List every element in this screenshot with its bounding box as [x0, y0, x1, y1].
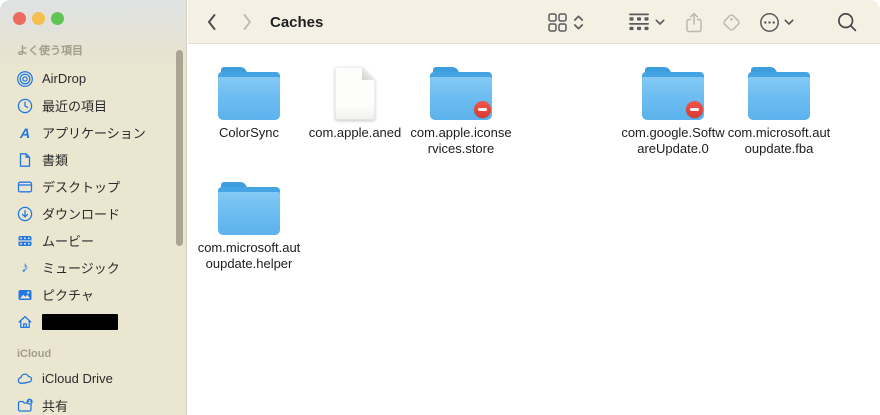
window-title: Caches [270, 13, 324, 31]
sidebar-item-shared[interactable]: 共有 [0, 392, 186, 415]
sidebar-item-documents[interactable]: 書類 [0, 146, 186, 173]
desktop-icon [15, 178, 35, 195]
sidebar-scrollbar[interactable] [176, 50, 183, 246]
home-icon [15, 313, 35, 330]
shared-folder-icon [15, 397, 35, 414]
sidebar-item-downloads[interactable]: ダウンロード [0, 200, 186, 227]
file-label: ColorSync [219, 125, 279, 140]
toolbar: Caches [188, 0, 880, 44]
sidebar-item-icloud-drive[interactable]: iCloud Drive [0, 365, 186, 392]
folder-icon [196, 177, 302, 235]
sidebar-item-airdrop[interactable]: AirDrop [0, 65, 186, 92]
sidebar-item-home[interactable] [0, 308, 186, 335]
folder-icon-restricted [620, 62, 726, 120]
traffic-lights [0, 0, 186, 25]
document-file-icon [302, 62, 408, 120]
airdrop-icon [15, 70, 35, 87]
file-item-com-google-softwareupdate-0[interactable]: com.google.Softw areUpdate.0 [620, 62, 726, 157]
documents-icon [15, 151, 35, 168]
downloads-icon [15, 205, 35, 222]
group-by-icon[interactable] [628, 0, 650, 44]
share-icon [685, 0, 703, 44]
music-icon: ♪ [21, 259, 29, 276]
folder-icon [726, 62, 832, 120]
no-access-badge-icon [686, 101, 703, 118]
sidebar-item-label: iCloud Drive [42, 371, 113, 386]
applications-icon: A [15, 124, 35, 141]
icloud-icon [15, 370, 35, 387]
sidebar: よく使う項目 AirDrop 最近の項目 A アプリケーション 書類 デスクトッ… [0, 0, 187, 415]
sidebar-item-recents[interactable]: 最近の項目 [0, 92, 186, 119]
file-item-com-apple-aned[interactable]: com.apple.aned [302, 62, 408, 141]
more-options-icon[interactable] [759, 0, 780, 44]
sidebar-item-music[interactable]: ♪ ミュージック [0, 254, 186, 281]
back-button[interactable] [206, 0, 218, 44]
sidebar-item-desktop[interactable]: デスクトップ [0, 173, 186, 200]
file-item-com-microsoft-autoupdate-fba[interactable]: com.microsoft.aut oupdate.fba [726, 62, 832, 157]
movies-icon [15, 232, 35, 249]
sidebar-section-icloud: iCloud [17, 348, 52, 360]
close-button[interactable] [13, 12, 26, 25]
file-item-com-microsoft-autoupdate-helper[interactable]: com.microsoft.aut oupdate.helper [196, 177, 302, 272]
sidebar-item-label: デスクトップ [42, 180, 121, 195]
zoom-button[interactable] [51, 12, 64, 25]
more-chevron-down-icon[interactable] [784, 0, 794, 44]
view-grid-icon[interactable] [548, 0, 567, 44]
file-grid: ColorSync com.apple.aned com.apple.icons… [188, 45, 880, 415]
sidebar-item-label: ミュージック [42, 261, 120, 276]
pictures-icon [15, 286, 35, 303]
sidebar-favorites-list: AirDrop 最近の項目 A アプリケーション 書類 デスクトップ ダウンロー… [0, 65, 186, 335]
file-label: com.microsoft.aut oupdate.fba [727, 125, 831, 156]
sidebar-icloud-list: iCloud Drive 共有 [0, 365, 186, 415]
clock-icon [15, 97, 35, 114]
sidebar-item-label: ダウンロード [42, 207, 121, 222]
minimize-button[interactable] [32, 12, 45, 25]
view-chevrons-icon[interactable] [573, 0, 584, 44]
file-label: com.google.Softw areUpdate.0 [621, 125, 725, 156]
sidebar-section-favorites: よく使う項目 [17, 45, 83, 57]
file-label: com.microsoft.aut oupdate.helper [197, 240, 301, 271]
folder-icon [196, 62, 302, 120]
finder-window: よく使う項目 AirDrop 最近の項目 A アプリケーション 書類 デスクトッ… [0, 0, 880, 415]
file-item-colorsync[interactable]: ColorSync [196, 62, 302, 141]
sidebar-item-pictures[interactable]: ピクチャ [0, 281, 186, 308]
sidebar-item-label: AirDrop [42, 71, 87, 86]
file-label: com.apple.iconse rvices.store [410, 125, 512, 156]
file-item-com-apple-iconservices-store[interactable]: com.apple.iconse rvices.store [408, 62, 514, 157]
redacted-home-label [42, 313, 118, 330]
sidebar-item-label: ピクチャ [42, 288, 94, 303]
sidebar-item-label: 共有 [42, 399, 69, 414]
group-chevron-down-icon[interactable] [655, 0, 665, 44]
sidebar-item-label: 最近の項目 [42, 99, 108, 114]
sidebar-item-label: 書類 [42, 153, 69, 168]
tag-icon [721, 0, 742, 44]
sidebar-item-applications[interactable]: A アプリケーション [0, 119, 186, 146]
search-icon[interactable] [837, 0, 858, 44]
sidebar-item-label: ムービー [42, 234, 95, 249]
svg-text:A: A [19, 125, 30, 141]
folder-icon-restricted [408, 62, 514, 120]
sidebar-item-label: アプリケーション [42, 126, 146, 141]
file-label: com.apple.aned [308, 125, 402, 140]
sidebar-item-movies[interactable]: ムービー [0, 227, 186, 254]
no-access-badge-icon [474, 101, 491, 118]
forward-button[interactable] [241, 0, 253, 44]
